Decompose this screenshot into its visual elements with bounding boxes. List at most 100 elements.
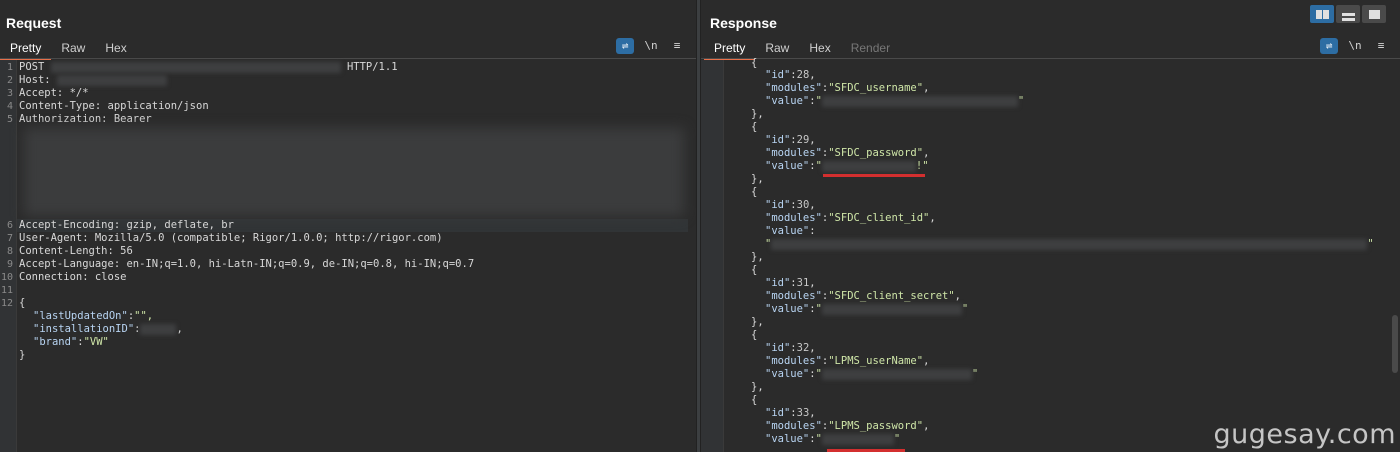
response-tab-hex[interactable]: Hex bbox=[799, 38, 840, 58]
json-value: 29 bbox=[796, 134, 810, 146]
json-key: "id" bbox=[765, 69, 791, 81]
redacted-value bbox=[140, 323, 177, 335]
request-editor[interactable]: 1 2 3 4 5 6 7 8 9 10 11 12 POST HTTP/1.1… bbox=[0, 60, 696, 452]
json-key: "value" bbox=[765, 368, 810, 380]
wrap-icon[interactable]: ⇌ bbox=[616, 38, 634, 54]
redacted-path bbox=[50, 61, 341, 73]
line-gutter: 1 2 3 4 5 6 7 8 9 10 11 12 bbox=[0, 60, 17, 452]
json-brace: }, bbox=[751, 251, 764, 263]
json-key: "modules" bbox=[765, 420, 822, 432]
redacted-value bbox=[821, 303, 962, 315]
json-brace: { bbox=[751, 394, 758, 406]
json-key: "modules" bbox=[765, 355, 822, 367]
json-key: "id" bbox=[765, 134, 791, 146]
json-value: 28 bbox=[796, 69, 810, 81]
response-tab-raw[interactable]: Raw bbox=[755, 38, 799, 58]
request-title: Request bbox=[6, 15, 62, 31]
http-method: POST bbox=[19, 61, 45, 73]
json-brace: }, bbox=[751, 381, 764, 393]
response-toolbar: ⇌ \n ≡ bbox=[1320, 38, 1390, 54]
json-brace: { bbox=[751, 329, 758, 341]
entry-id: "id":30, bbox=[765, 199, 816, 211]
response-tab-render[interactable]: Render bbox=[841, 38, 900, 58]
menu-icon[interactable]: ≡ bbox=[668, 38, 686, 54]
json-key: "installationID" bbox=[33, 323, 135, 335]
split-vertical-icon[interactable] bbox=[1336, 5, 1360, 23]
header-host: Host: bbox=[19, 74, 51, 86]
response-tab-pretty[interactable]: Pretty bbox=[704, 38, 756, 60]
redacted-host bbox=[56, 74, 167, 86]
json-value: "SFDC_username" bbox=[828, 82, 924, 94]
code-line-1: POST HTTP/1.1 bbox=[19, 61, 686, 74]
json-key: "modules" bbox=[765, 212, 822, 224]
entry-modules: "modules":"SFDC_username", bbox=[765, 82, 930, 94]
request-tabs: Pretty Raw Hex bbox=[0, 38, 137, 60]
entry-modules: "modules":"SFDC_client_id", bbox=[765, 212, 936, 224]
response-editor[interactable]: { "id":28, "modules":"SFDC_username", "v… bbox=[701, 57, 1400, 452]
line-number: 8 bbox=[6, 246, 13, 257]
redacted-value bbox=[821, 95, 1018, 107]
line-number: 9 bbox=[6, 259, 13, 270]
vertical-scrollbar[interactable] bbox=[1392, 315, 1398, 373]
line-number: 4 bbox=[6, 101, 13, 112]
line-gutter bbox=[701, 60, 724, 452]
split-horizontal-icon[interactable] bbox=[1310, 5, 1334, 23]
json-key: "value" bbox=[765, 225, 810, 237]
response-pane: Response Pretty Raw Hex Render ⇌ \n ≡ { … bbox=[701, 0, 1400, 452]
json-brace: { bbox=[751, 264, 758, 276]
line-number: 10 bbox=[0, 272, 13, 283]
json-value: "LPMS_password" bbox=[828, 420, 924, 432]
json-value: 32 bbox=[796, 342, 810, 354]
json-key: "id" bbox=[765, 407, 791, 419]
watermark: gugesay.com bbox=[1213, 419, 1396, 450]
redacted-value bbox=[821, 368, 972, 380]
newline-icon[interactable]: \n bbox=[642, 38, 660, 54]
wrap-icon[interactable]: ⇌ bbox=[1320, 38, 1338, 54]
code-line-5: Authorization: Bearer bbox=[19, 113, 152, 125]
request-tab-hex[interactable]: Hex bbox=[95, 38, 136, 58]
json-brace: }, bbox=[751, 108, 764, 120]
code-line-9: Accept-Language: en-IN;q=1.0, hi-Latn-IN… bbox=[19, 258, 475, 270]
json-key: "value" bbox=[765, 160, 810, 172]
entry-id: "id":32, bbox=[765, 342, 816, 354]
json-key: "modules" bbox=[765, 82, 822, 94]
json-line-lastupdated: "lastUpdatedOn":"", bbox=[33, 310, 154, 322]
code-line-8: Content-Length: 56 bbox=[19, 245, 133, 257]
line-number: 5 bbox=[6, 114, 13, 125]
line-number: 6 bbox=[6, 220, 13, 231]
entry-value: "value":" " bbox=[765, 368, 979, 380]
json-value: "", bbox=[134, 310, 154, 322]
json-value: 30 bbox=[796, 199, 810, 211]
http-version: HTTP/1.1 bbox=[346, 61, 398, 73]
redacted-value bbox=[821, 160, 916, 172]
request-tab-raw[interactable]: Raw bbox=[51, 38, 95, 58]
json-value: 31 bbox=[796, 277, 810, 289]
code-line-6: Accept-Encoding: gzip, deflate, br bbox=[19, 219, 234, 231]
entry-id: "id":29, bbox=[765, 134, 816, 146]
response-tabs: Pretty Raw Hex Render bbox=[704, 38, 900, 60]
entry-id: "id":28, bbox=[765, 69, 816, 81]
entry-value-cont: " " bbox=[765, 238, 1374, 250]
json-value: "VW" bbox=[83, 336, 109, 348]
redacted-value bbox=[771, 238, 1368, 250]
code-line-2: Host: bbox=[19, 74, 686, 87]
json-line-installation: "installationID":, bbox=[33, 323, 183, 335]
single-pane-icon[interactable] bbox=[1362, 5, 1386, 23]
line-number: 1 bbox=[6, 62, 13, 73]
json-line-brand: "brand":"VW" bbox=[33, 336, 109, 348]
request-tab-pretty[interactable]: Pretty bbox=[0, 38, 52, 60]
json-key: "id" bbox=[765, 199, 791, 211]
line-number: 3 bbox=[6, 88, 13, 99]
json-key: "value" bbox=[765, 95, 810, 107]
entry-value: "value":" " bbox=[765, 303, 969, 315]
code-line-3: Accept: */* bbox=[19, 87, 89, 99]
newline-icon[interactable]: \n bbox=[1346, 38, 1364, 54]
line-number: 2 bbox=[6, 75, 13, 86]
json-key: "modules" bbox=[765, 290, 822, 302]
tab-divider bbox=[0, 58, 696, 59]
code-line-10: Connection: close bbox=[19, 271, 127, 283]
json-value: "SFDC_client_secret" bbox=[828, 290, 955, 302]
entry-value: "value":" !" bbox=[765, 160, 929, 172]
menu-icon[interactable]: ≡ bbox=[1372, 38, 1390, 54]
response-title: Response bbox=[710, 15, 777, 31]
